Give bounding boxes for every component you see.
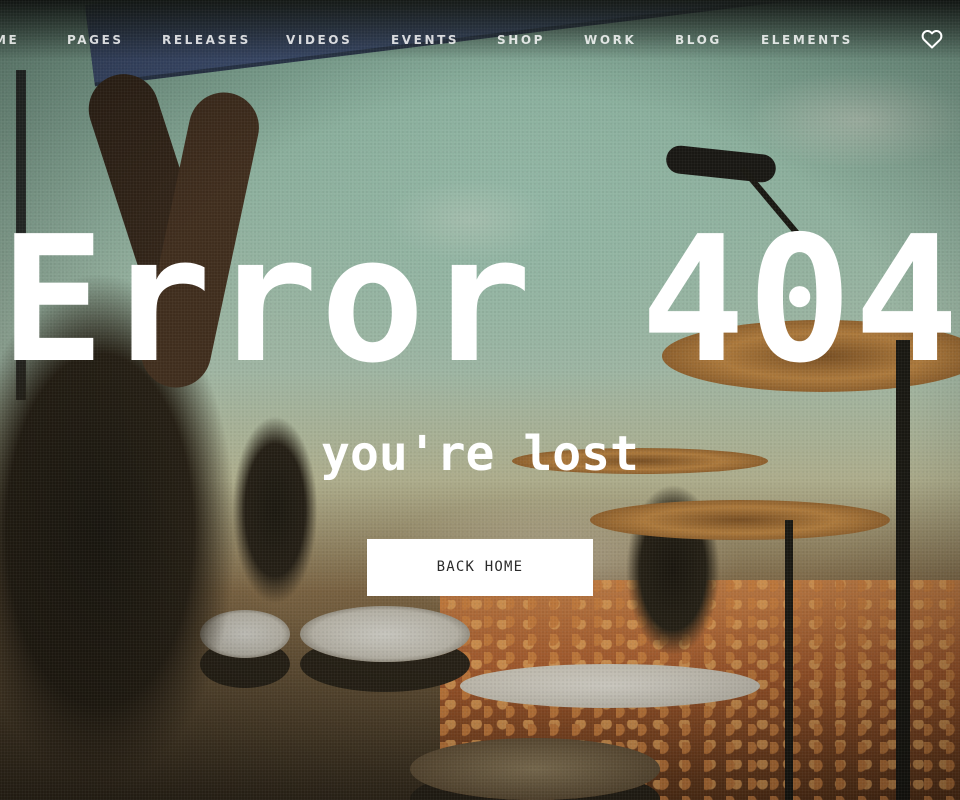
nav-item-blog[interactable]: BLOG — [675, 32, 722, 48]
main-nav: ME PAGES RELEASES VIDEOS EVENTS SHOP WOR… — [0, 0, 960, 80]
nav-item-home[interactable]: ME — [0, 32, 19, 48]
nav-item-work[interactable]: WORK — [584, 32, 636, 48]
nav-item-events[interactable]: EVENTS — [391, 32, 459, 48]
nav-item-videos[interactable]: VIDEOS — [286, 32, 352, 48]
error-subtitle: you're lost — [321, 426, 639, 482]
nav-item-elements[interactable]: ELEMENTS — [761, 32, 853, 48]
nav-item-shop[interactable]: SHOP — [497, 32, 545, 48]
nav-item-pages[interactable]: PAGES — [67, 32, 124, 48]
nav-item-releases[interactable]: RELEASES — [162, 32, 251, 48]
back-home-button[interactable]: BACK HOME — [367, 539, 593, 596]
error-page: ME PAGES RELEASES VIDEOS EVENTS SHOP WOR… — [0, 0, 960, 800]
error-title: Error 404 — [0, 199, 960, 402]
heart-icon[interactable] — [920, 27, 944, 51]
heart-icon-graphic — [921, 30, 943, 49]
